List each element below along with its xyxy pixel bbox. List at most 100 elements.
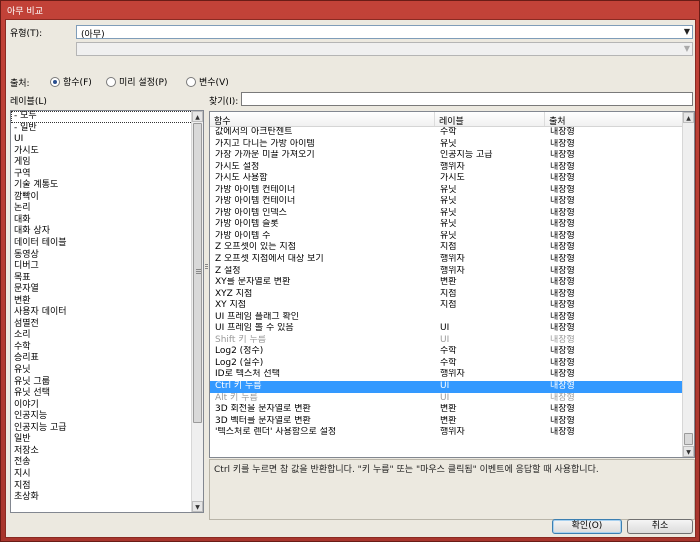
table-row[interactable]: '텍스처로 렌더' 사용함으로 설정 행위자 내장형	[210, 427, 683, 439]
column-header-function[interactable]: 함수	[210, 112, 435, 127]
cell-label: 유닛	[440, 196, 457, 207]
cell-label: 변환	[440, 415, 457, 426]
source-radio-2[interactable]: 변수(V)	[186, 75, 229, 88]
table-row[interactable]: UI 프레임 볼 수 있음 UI 내장형	[210, 323, 683, 335]
cell-function: Alt 키 누름	[215, 392, 258, 403]
table-row[interactable]: 가방 아이템 인덱스 유닛 내장형	[210, 208, 683, 220]
label-list-item[interactable]: 깜빡이	[11, 192, 203, 204]
cell-function: Log2 (정수)	[215, 346, 264, 357]
type-dropdown[interactable]: (아무) ▼	[76, 25, 693, 40]
cell-source: 내장형	[550, 230, 575, 241]
label-list-item[interactable]: 초상화	[11, 492, 203, 504]
cell-label: 인공지능 고급	[440, 150, 493, 161]
table-row[interactable]: 가방 아이템 수 유닛 내장형	[210, 231, 683, 243]
grid-scrollbar[interactable]: ▲ ▼	[682, 112, 694, 457]
table-row[interactable]: 가시도 설정 행위자 내장형	[210, 162, 683, 174]
cell-source: 내장형	[550, 196, 575, 207]
table-row[interactable]: 값에서의 아크탄젠트 수학 내장형	[210, 127, 683, 139]
label-list-item[interactable]: 구역	[11, 169, 203, 181]
cell-label: 변환	[440, 277, 457, 288]
table-row[interactable]: XYZ 지점 지점 내장형	[210, 289, 683, 301]
table-row[interactable]: XY를 문자열로 변환 변환 내장형	[210, 277, 683, 289]
table-row[interactable]: Z 오프셋 지점에서 대상 보기 행위자 내장형	[210, 254, 683, 266]
table-row[interactable]: Ctrl 키 누름 UI 내장형	[210, 381, 683, 393]
label-list-item[interactable]: 데이터 테이블	[11, 238, 203, 250]
table-row[interactable]: 가장 가까운 미끌 가져오기 인공지능 고급 내장형	[210, 150, 683, 162]
cell-source: 내장형	[550, 161, 575, 172]
label-list-item[interactable]: 가시도	[11, 146, 203, 158]
table-row[interactable]: 가시도 사용함 가시도 내장형	[210, 173, 683, 185]
cell-source: 내장형	[550, 323, 575, 334]
label-list-scroll-thumb[interactable]	[193, 123, 202, 423]
table-row[interactable]: 가지고 다니는 가방 아이템 유닛 내장형	[210, 139, 683, 151]
cell-function: 가방 아이템 컨테이너	[215, 184, 296, 195]
table-row[interactable]: Alt 키 누름 UI 내장형	[210, 393, 683, 405]
label-list-item[interactable]: 일반	[11, 434, 203, 446]
scroll-up-icon[interactable]: ▲	[683, 112, 694, 123]
label-list-item[interactable]: 소리	[11, 330, 203, 342]
table-row[interactable]: Z 오프셋이 있는 지점 지점 내장형	[210, 242, 683, 254]
cell-source: 내장형	[550, 427, 575, 438]
label-list-item[interactable]: 인공지능	[11, 411, 203, 423]
table-row[interactable]: Shift 키 누름 UI 내장형	[210, 335, 683, 347]
source-radio-0[interactable]: 함수(F)	[50, 75, 92, 88]
label-list-item[interactable]: 목표	[11, 273, 203, 285]
table-row[interactable]: Z 설정 행위자 내장형	[210, 266, 683, 278]
label-list-item[interactable]: - 모두	[11, 111, 203, 123]
label-list-item[interactable]: 전송	[11, 457, 203, 469]
label-list-item[interactable]: 디버그	[11, 261, 203, 273]
table-row[interactable]: ID로 텍스처 선택 행위자 내장형	[210, 369, 683, 381]
table-row[interactable]: 3D 회전을 문자열로 변환 변환 내장형	[210, 404, 683, 416]
scroll-up-icon[interactable]: ▲	[192, 111, 203, 122]
label-list-item[interactable]: 게임	[11, 157, 203, 169]
label-list-scrollbar[interactable]: ▲ ▼	[191, 111, 203, 512]
column-header-source[interactable]: 출처	[545, 112, 683, 127]
cell-source: 내장형	[550, 138, 575, 149]
table-row[interactable]: UI 프레임 플래그 확인 내장형	[210, 312, 683, 324]
grid-scroll-thumb[interactable]	[684, 433, 693, 445]
scroll-down-icon[interactable]: ▼	[683, 446, 694, 457]
label-list-item[interactable]: 기술 계통도	[11, 180, 203, 192]
cell-label: UI	[440, 334, 450, 345]
table-row[interactable]: 가방 아이템 컨테이너 유닛 내장형	[210, 185, 683, 197]
scroll-down-icon[interactable]: ▼	[192, 501, 203, 512]
source-radio-label: 변수(V)	[199, 78, 229, 88]
source-radio-1[interactable]: 미리 설정(P)	[106, 75, 167, 88]
label-list-item[interactable]: 동영상	[11, 250, 203, 262]
table-row[interactable]: Log2 (정수) 수학 내장형	[210, 346, 683, 358]
label-list-item[interactable]: 인공지능 고급	[11, 423, 203, 435]
label-list[interactable]: - 모두 - 일반 UI 가시도 게임 구역 기술 계통도 깜빡이 논리 대화 대화 상자 데이터 테…	[10, 110, 204, 513]
label-list-item[interactable]: UI	[11, 134, 203, 146]
cell-label: UI	[440, 392, 450, 403]
label-list-item[interactable]: 유닛 선택	[11, 388, 203, 400]
label-list-item[interactable]: 논리	[11, 203, 203, 215]
table-row[interactable]: 3D 벡터를 문자열로 변환 변환 내장형	[210, 416, 683, 428]
column-header-label[interactable]: 레이블	[435, 112, 545, 127]
label-list-item[interactable]: 사용자 데이터	[11, 307, 203, 319]
search-input[interactable]	[241, 92, 693, 106]
label-list-item[interactable]: 지시	[11, 469, 203, 481]
table-row[interactable]: XY 지점 지점 내장형	[210, 300, 683, 312]
label-list-item[interactable]: 유닛	[11, 365, 203, 377]
table-row[interactable]: Log2 (실수) 수학 내장형	[210, 358, 683, 370]
cell-source: 내장형	[550, 300, 575, 311]
label-list-item[interactable]: 저장소	[11, 446, 203, 458]
label-list-item[interactable]: 대화 상자	[11, 226, 203, 238]
label-list-item[interactable]: 유닛 그룹	[11, 377, 203, 389]
compare-dialog: 아무 비교 유형(T): (아무) ▼ ▼ 출처: 함수(F) 미리 설정(P) 변…	[0, 0, 700, 542]
label-list-item[interactable]: 변환	[11, 296, 203, 308]
label-list-item[interactable]: - 일반	[11, 123, 203, 135]
ok-button[interactable]: 확인(O)	[552, 519, 622, 534]
cancel-button[interactable]: 취소	[627, 519, 693, 534]
label-list-item[interactable]: 문자열	[11, 284, 203, 296]
label-list-item[interactable]: 수학	[11, 342, 203, 354]
label-list-item[interactable]: 대화	[11, 215, 203, 227]
function-grid[interactable]: 함수 레이블 출처 값에서의 아크탄젠트 수학 내장형 가지고 다니는 가방 아이템 유…	[209, 111, 695, 458]
label-list-item[interactable]: 지점	[11, 481, 203, 493]
label-list-item[interactable]: 섬멸전	[11, 319, 203, 331]
label-list-item[interactable]: 이야기	[11, 400, 203, 412]
table-row[interactable]: 가방 아이템 컨테이너 유닛 내장형	[210, 196, 683, 208]
table-row[interactable]: 가방 아이템 슬롯 유닛 내장형	[210, 219, 683, 231]
cell-function: 3D 벡터를 문자열로 변환	[215, 415, 311, 426]
label-list-item[interactable]: 승리표	[11, 353, 203, 365]
